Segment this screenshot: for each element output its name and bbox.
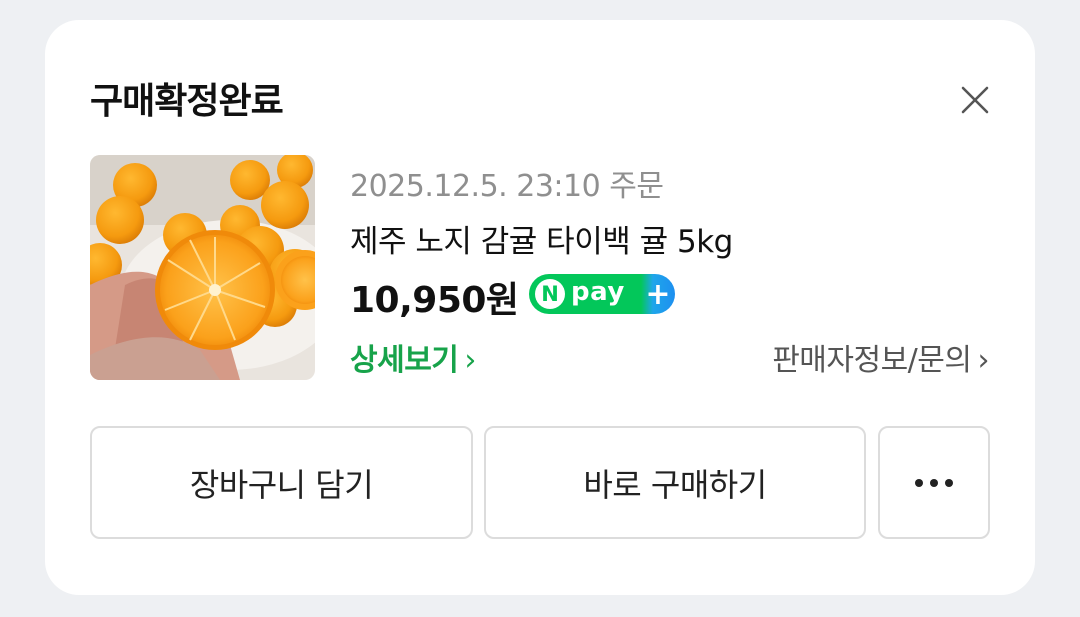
product-price: 10,950원 <box>350 280 519 321</box>
buy-now-button[interactable]: 바로 구매하기 <box>484 426 866 539</box>
npay-n-icon: N <box>535 279 565 309</box>
order-date: 2025.12.5. 23:10 주문 <box>350 169 664 204</box>
npay-plus-badge: N pay + <box>529 274 675 314</box>
view-details-link[interactable]: 상세보기 › <box>350 335 476 379</box>
seller-info-label: 판매자정보/문의 <box>772 343 972 378</box>
modal-title: 구매확정완료 <box>90 81 284 122</box>
purchase-confirmed-card: 구매확정완료 2025.12.5. 23:10 주문 제주 노지 감귤 타이백 … <box>45 20 1035 595</box>
close-icon <box>961 86 989 114</box>
view-details-label: 상세보기 <box>350 343 459 378</box>
chevron-right-icon: › <box>977 343 990 378</box>
seller-info-link[interactable]: 판매자정보/문의 › <box>772 335 989 379</box>
product-thumbnail[interactable] <box>90 155 315 380</box>
add-to-cart-button[interactable]: 장바구니 담기 <box>90 426 473 539</box>
chevron-right-icon: › <box>464 343 476 378</box>
tangerine-image <box>90 155 315 380</box>
product-name[interactable]: 제주 노지 감귤 타이백 귤 5kg <box>350 216 733 261</box>
more-options-button[interactable] <box>878 426 990 539</box>
plus-icon: + <box>645 276 671 312</box>
more-horizontal-icon <box>915 478 953 487</box>
close-button[interactable] <box>955 80 995 120</box>
npay-label: pay <box>571 277 625 307</box>
